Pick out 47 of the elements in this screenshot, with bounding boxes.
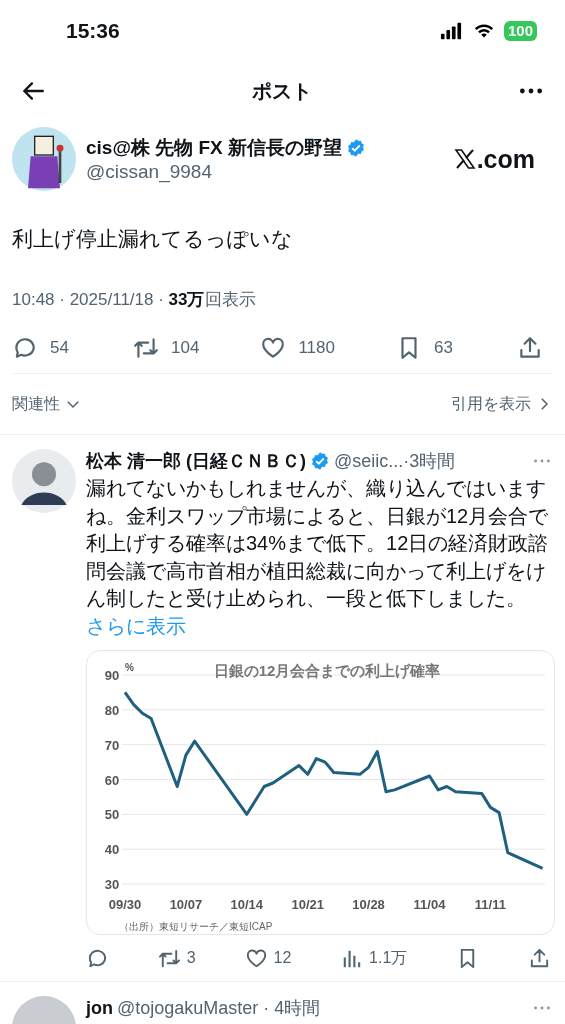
post-meta: 10:48 · 2025/11/18 · 33万回表示 [12, 289, 257, 311]
avatar-icon [12, 449, 76, 513]
page-title: ポスト [251, 78, 312, 104]
heart-icon [260, 335, 287, 361]
reply-button[interactable]: 54 [12, 335, 72, 361]
like-button[interactable]: 12 [244, 946, 292, 970]
bookmark-button[interactable]: 63 [396, 335, 456, 361]
like-button[interactable]: 1180 [260, 335, 335, 361]
reply-text: 漏れてないかもしれませんが、織り込んではいますね。金利スワップ市場によると、日銀が12月会合で利上げする確率は34%まで低下。12日の経済財政諮問会議で高市首相が植田総裁に向かって利上げをけん制したと受け止められ、一段と低下しました。 さらに表示 [86, 476, 550, 639]
handle-and-time: @seiic...·3時間 [334, 450, 457, 473]
x-axis-tick-label: 10/14 [230, 897, 264, 912]
x-axis-tick-label: 10/28 [352, 897, 385, 912]
y-axis-tick-label: 80 [104, 702, 120, 718]
y-axis-tick-label: 40 [104, 842, 120, 858]
post-text: 利上げ停止漏れてるっぽいな [12, 226, 294, 252]
repost-button[interactable]: 104 [133, 335, 200, 361]
share-icon [517, 335, 543, 361]
source-domain: .com [476, 144, 535, 174]
author-handle: @cissan_9984 [86, 161, 213, 183]
avatar-icon [12, 127, 76, 191]
y-axis-unit: % [125, 662, 134, 673]
author-name: cis@株 先物 FX 新信長の野望 [86, 136, 343, 160]
battery-level: 100 [503, 21, 537, 41]
author-name: 松本 清一郎 (日経ＣＮＢＣ) [86, 450, 306, 473]
reply-icon [12, 335, 38, 361]
chart-source-note: （出所）東短リサーチ／東短ICAP [119, 921, 273, 932]
y-axis-tick-label: 60 [104, 772, 120, 788]
y-axis-tick-label: 70 [104, 737, 120, 753]
clock-time: 15:36 [66, 19, 120, 43]
sort-dropdown[interactable]: 関連性 [12, 393, 82, 415]
x-logo-icon [452, 147, 477, 171]
handle-and-time: @tojogakuMaster · 4時間 [117, 997, 322, 1020]
repost-icon [133, 335, 159, 361]
x-axis-tick-label: 10/21 [291, 897, 324, 912]
y-axis-tick-label: 90 [104, 668, 120, 683]
y-axis-tick-label: 50 [104, 807, 120, 823]
x-axis-tick-label: 09/30 [108, 897, 142, 912]
view-quotes-link[interactable]: 引用を表示 [451, 393, 553, 415]
x-axis-tick-label: 10/07 [169, 897, 203, 912]
share-button[interactable] [517, 335, 543, 361]
chart-title: 日銀の12月会合までの利上げ確率 [213, 662, 441, 679]
x-axis-tick-label: 11/04 [413, 897, 446, 912]
author-name: jon [86, 997, 113, 1019]
views-button[interactable]: 1.1万 [340, 946, 408, 970]
repost-button[interactable]: 3 [157, 946, 196, 970]
y-axis-tick-label: 30 [104, 877, 120, 892]
x-axis-tick-label: 11/11 [474, 897, 506, 912]
